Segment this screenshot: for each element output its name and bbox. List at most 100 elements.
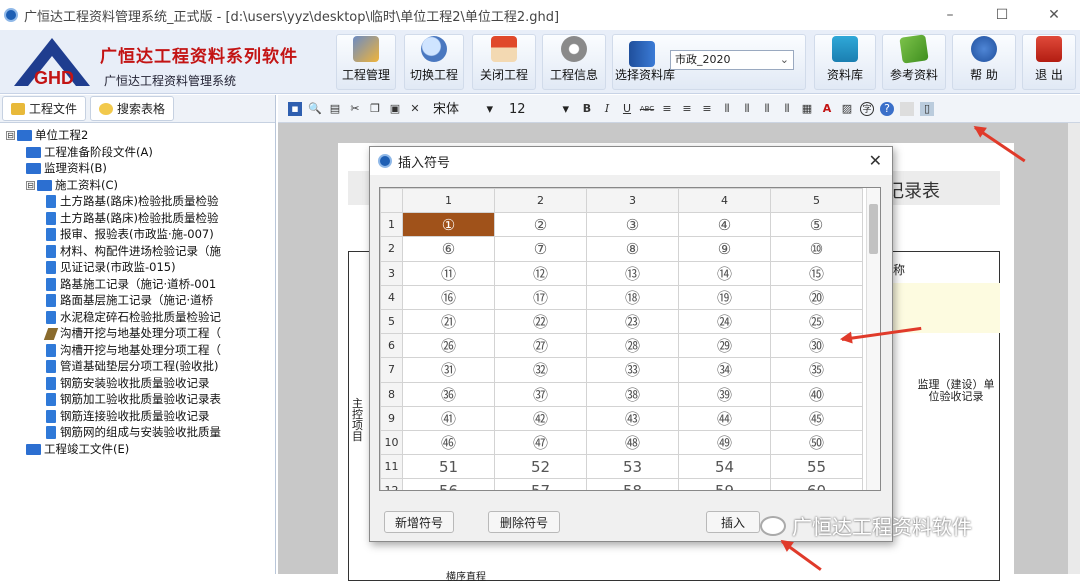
insert-symbol-icon[interactable]: 字: [860, 101, 874, 116]
tree-node[interactable]: 水泥稳定碎石检验批质量检验记: [0, 309, 275, 326]
symbol-cell[interactable]: ⑪: [402, 260, 495, 286]
minimize-button[interactable]: –: [924, 0, 976, 30]
symbol-cell[interactable]: ㊽: [586, 429, 679, 456]
symbol-cell[interactable]: ⑮: [770, 260, 863, 286]
maximize-button[interactable]: ☐: [976, 0, 1028, 30]
symbol-cell[interactable]: ⑱: [586, 284, 679, 310]
symbol-cell[interactable]: ⑫: [494, 260, 587, 286]
tree-node[interactable]: 钢筋连接验收批质量验收记录: [0, 408, 275, 425]
symbol-cell[interactable]: 59: [678, 478, 771, 490]
print-icon[interactable]: ▤: [328, 102, 342, 116]
tree-node[interactable]: 管道基础垫层分项工程(验收批): [0, 358, 275, 375]
symbol-cell[interactable]: ㊾: [678, 429, 771, 456]
symbol-cell[interactable]: ①: [402, 212, 495, 238]
tree-node[interactable]: 报审、报验表(市政监·施-007): [0, 226, 275, 243]
symbol-cell[interactable]: ㉝: [586, 357, 679, 383]
symbol-cell[interactable]: ⑧: [586, 236, 679, 262]
tree-node[interactable]: 工程竣工文件(E): [0, 441, 275, 458]
symbol-cell[interactable]: ㊲: [494, 381, 587, 407]
tree-toggle-icon[interactable]: ⊟: [6, 131, 15, 140]
reference-button[interactable]: 参考资料: [882, 34, 946, 90]
align-right-icon[interactable]: ≡: [700, 102, 714, 116]
library-select[interactable]: 市政_2020 ⌄: [670, 50, 794, 70]
tree-toggle-icon[interactable]: ⊟: [26, 180, 35, 190]
copy-icon[interactable]: ❐: [368, 102, 382, 116]
symbol-cell[interactable]: ⑯: [402, 284, 495, 310]
help-button[interactable]: 帮 助: [952, 34, 1016, 90]
help-small-icon[interactable]: ?: [880, 101, 894, 116]
tab-project-files[interactable]: 工程文件: [2, 96, 87, 121]
project-mgmt-button[interactable]: 工程管理: [336, 34, 396, 90]
symbol-cell[interactable]: ⑭: [678, 260, 771, 286]
symbol-cell[interactable]: 60: [770, 478, 863, 490]
symbol-cell[interactable]: 57: [494, 478, 587, 490]
symbol-cell[interactable]: ㉗: [494, 333, 587, 359]
symbol-cell[interactable]: ⑲: [678, 284, 771, 310]
close-window-button[interactable]: ✕: [1028, 0, 1080, 30]
strikethrough-icon[interactable]: ABC: [640, 102, 654, 116]
close-project-button[interactable]: 关闭工程: [472, 34, 536, 90]
symbol-cell[interactable]: ㊼: [494, 429, 587, 456]
column2-icon[interactable]: ⦀: [740, 102, 754, 116]
italic-icon[interactable]: I: [600, 102, 614, 116]
tree-node[interactable]: 路基施工记录（施记·道桥-001: [0, 276, 275, 293]
symbol-cell[interactable]: ㊺: [770, 405, 863, 431]
symbol-cell[interactable]: ㉓: [586, 308, 679, 335]
tree-node[interactable]: 钢筋网的组成与安装验收批质量: [0, 424, 275, 441]
underline-icon[interactable]: U: [620, 102, 634, 116]
column4-icon[interactable]: ⦀: [780, 102, 794, 116]
tree-node[interactable]: 土方路基(路床)检验批质量检验: [0, 210, 275, 227]
symbol-cell[interactable]: ㊹: [678, 405, 771, 431]
cut-icon[interactable]: ✂: [348, 102, 362, 116]
paste-icon[interactable]: ▣: [388, 102, 402, 116]
insert-button[interactable]: 插入: [706, 511, 760, 533]
symbol-cell[interactable]: ㉙: [678, 333, 771, 359]
save-icon[interactable]: ▪: [288, 101, 302, 116]
symbol-cell[interactable]: ㉒: [494, 308, 587, 335]
editor-scrollbar[interactable]: [1068, 123, 1080, 574]
symbol-cell[interactable]: ㉟: [770, 357, 863, 383]
symbol-cell[interactable]: ㉕: [770, 308, 863, 335]
symbol-cell[interactable]: 52: [494, 454, 587, 480]
align-left-icon[interactable]: ≡: [660, 102, 674, 116]
symbol-cell[interactable]: 55: [770, 454, 863, 480]
symbol-cell[interactable]: ㊷: [494, 405, 587, 431]
tree-node[interactable]: 土方路基(路床)检验批质量检验: [0, 193, 275, 210]
align-center-icon[interactable]: ≡: [680, 102, 694, 116]
symbol-cell[interactable]: 53: [586, 454, 679, 480]
symbol-cell[interactable]: ㊴: [678, 381, 771, 407]
tab-search-tables[interactable]: 搜索表格: [90, 96, 175, 121]
tree-node[interactable]: 见证记录(市政监-015): [0, 259, 275, 276]
chart-icon[interactable]: ▦: [800, 102, 814, 116]
symbol-cell[interactable]: ②: [494, 212, 587, 238]
tree-node[interactable]: 钢筋安装验收批质量验收记录: [0, 375, 275, 392]
symbol-cell[interactable]: ⑤: [770, 212, 863, 238]
symbol-cell[interactable]: 56: [402, 478, 495, 490]
tree-node[interactable]: 路面基层施工记录（施记·道桥: [0, 292, 275, 309]
project-info-button[interactable]: 工程信息: [542, 34, 606, 90]
tree-node[interactable]: 沟槽开挖与地基处理分项工程（: [0, 342, 275, 359]
symbol-cell[interactable]: ⑩: [770, 236, 863, 262]
library-repo-button[interactable]: 资料库: [814, 34, 876, 90]
symbol-grid-scrollbar[interactable]: [866, 188, 880, 490]
switch-project-button[interactable]: 切换工程: [404, 34, 464, 90]
tree-node[interactable]: 材料、构配件进场检验记录（施: [0, 243, 275, 260]
symbol-cell[interactable]: 51: [402, 454, 495, 480]
page-icon[interactable]: ▯: [920, 101, 934, 116]
tree-node[interactable]: 监理资料(B): [0, 160, 275, 177]
font-color-icon[interactable]: A: [820, 102, 834, 116]
tree-node[interactable]: 工程准备阶段文件(A): [0, 144, 275, 161]
image-icon[interactable]: ▨: [840, 102, 854, 116]
symbol-cell[interactable]: ㊶: [402, 405, 495, 431]
symbol-cell[interactable]: ㊵: [770, 381, 863, 407]
symbol-cell[interactable]: ㉘: [586, 333, 679, 359]
column-icon[interactable]: ⦀: [720, 102, 734, 116]
tree-node[interactable]: ⊟ 单位工程2: [0, 127, 275, 144]
symbol-cell[interactable]: ⑥: [402, 236, 495, 262]
symbol-cell[interactable]: ④: [678, 212, 771, 238]
font-select[interactable]: 宋体 ▾: [428, 99, 498, 119]
symbol-cell[interactable]: ㉑: [402, 308, 495, 335]
symbol-cell[interactable]: 54: [678, 454, 771, 480]
symbol-cell[interactable]: ㉜: [494, 357, 587, 383]
symbol-cell[interactable]: ㊿: [770, 429, 863, 456]
